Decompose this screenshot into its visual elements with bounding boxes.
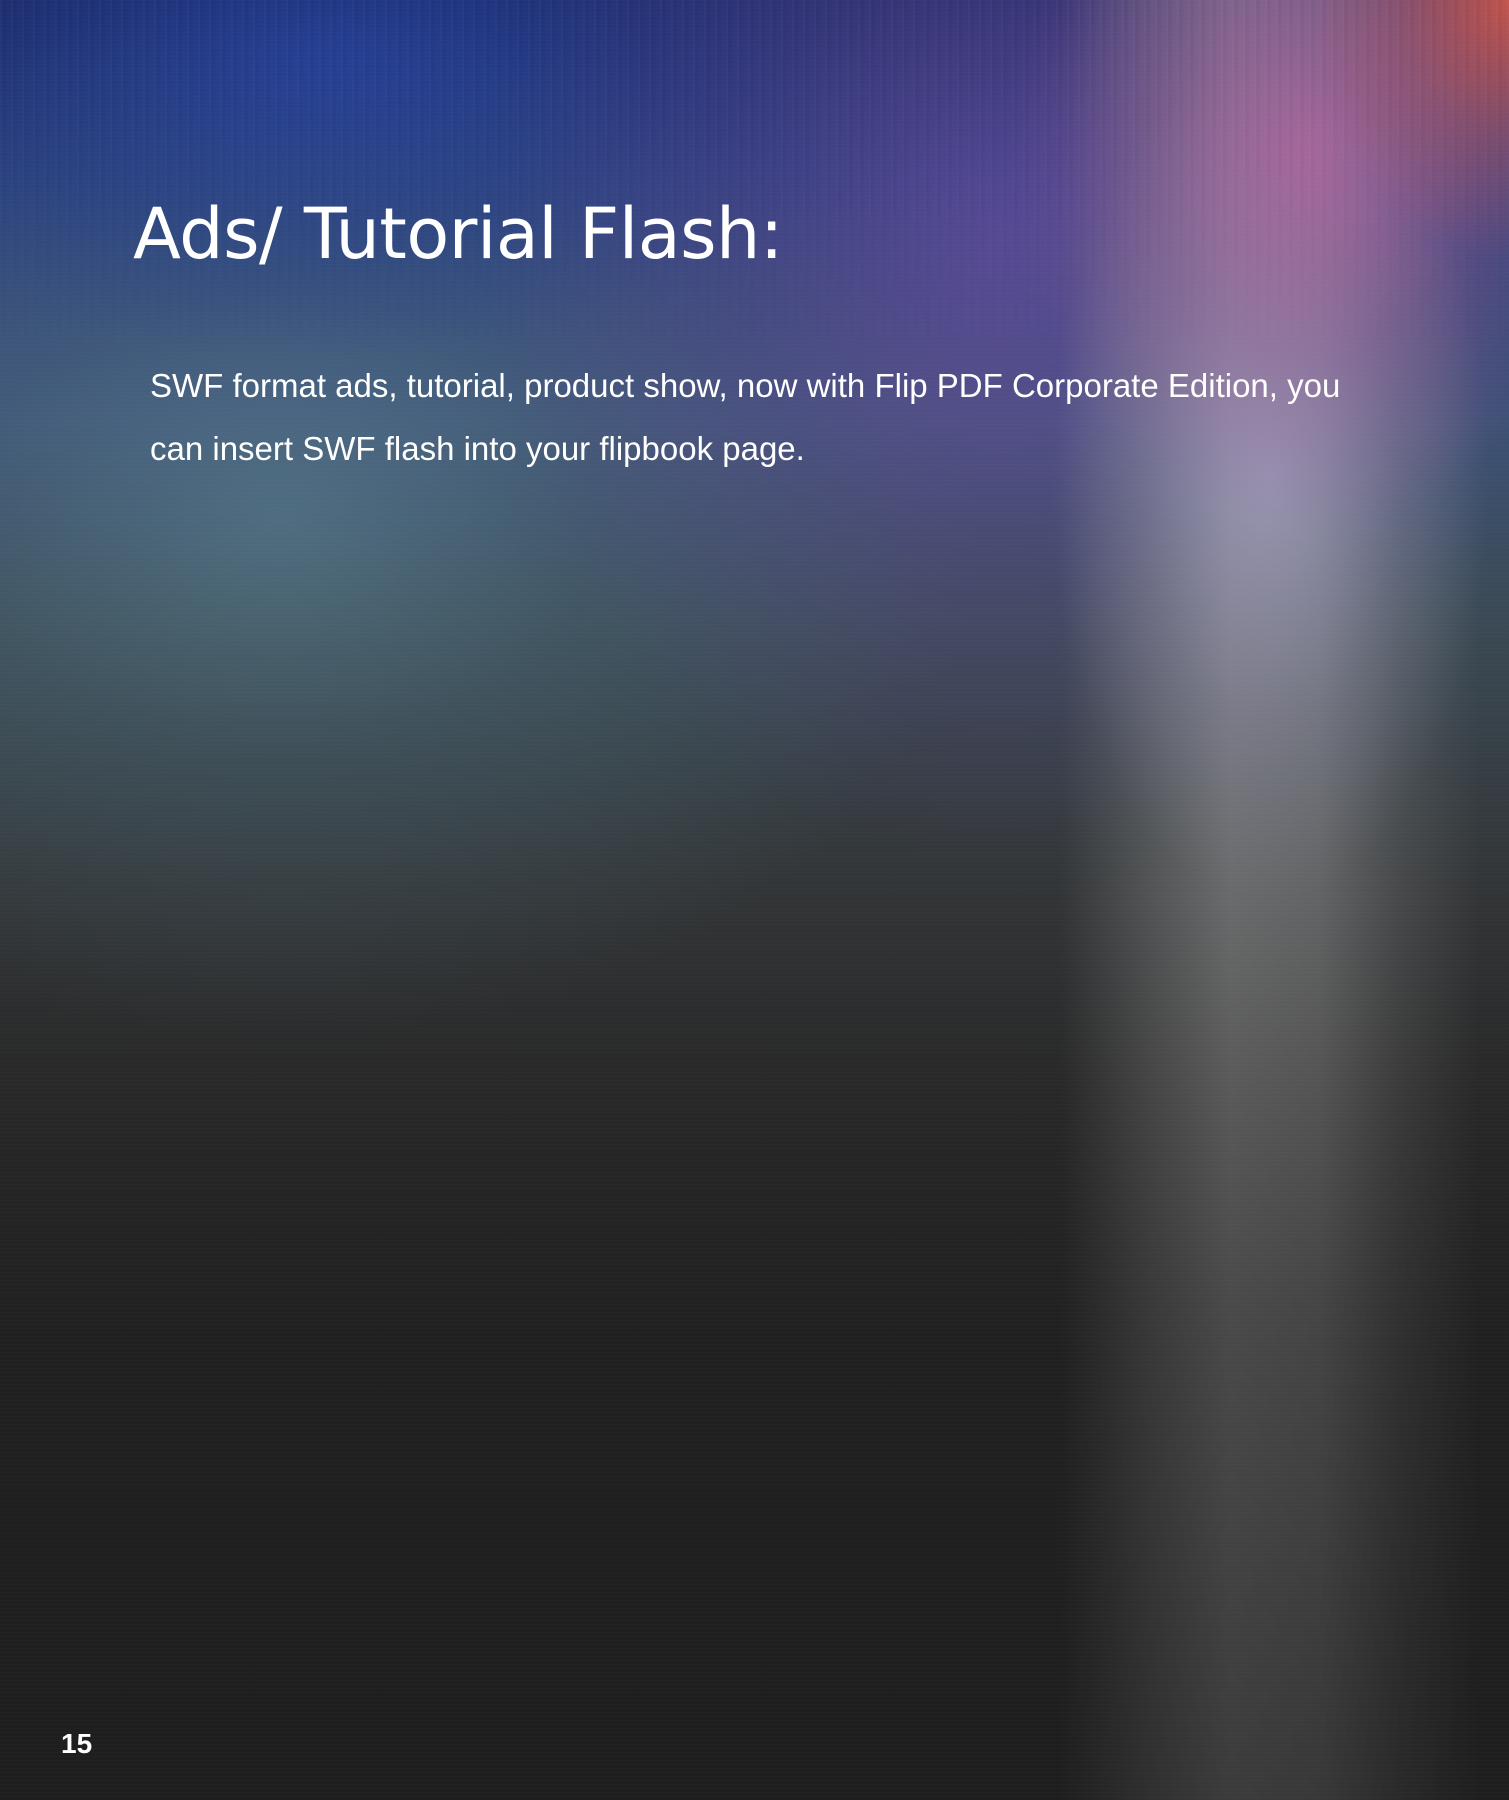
document-page: Ads/ Tutorial Flash: SWF format ads, tut…: [0, 0, 1509, 1800]
page-title: Ads/ Tutorial Flash:: [133, 193, 784, 275]
page-number: 15: [61, 1728, 93, 1759]
body-paragraph: SWF format ads, tutorial, product show, …: [150, 367, 1341, 467]
